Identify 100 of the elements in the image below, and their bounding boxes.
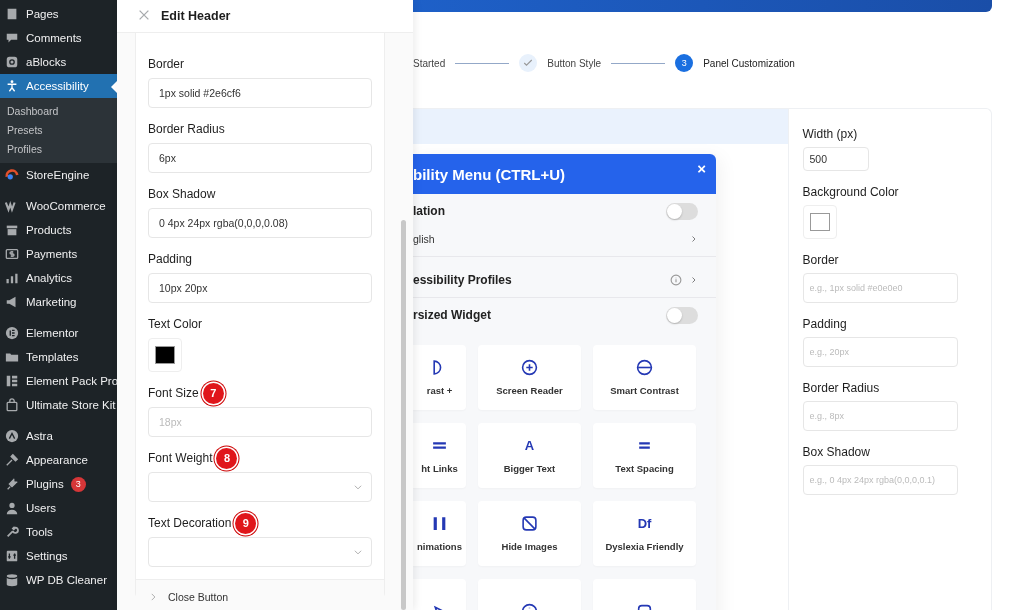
chevron-right-icon — [148, 592, 158, 602]
toggle-switch[interactable] — [666, 306, 698, 324]
person-icon — [5, 79, 19, 93]
feature-glyph: Df — [637, 515, 652, 532]
field-label: Box Shadow — [802, 445, 870, 459]
user-icon — [5, 501, 19, 515]
field-label: Box Shadow — [148, 187, 216, 201]
field-label: Text Color — [148, 317, 203, 331]
feature-label: rast + — [426, 385, 453, 396]
plus-circle-icon — [521, 359, 538, 376]
chevron-down-icon — [353, 547, 363, 557]
submenu-item[interactable]: Presets — [0, 120, 117, 139]
step-number: 3 — [675, 54, 694, 72]
feature-tile[interactable]: Hide Images — [478, 501, 581, 566]
e-block-icon — [5, 374, 19, 388]
settings-icon — [5, 549, 19, 563]
database-icon — [5, 573, 19, 587]
sidebar-item[interactable]: Analytics — [0, 266, 117, 290]
feature-label: Text Spacing — [615, 463, 674, 474]
field-label: Border Radius — [148, 122, 225, 136]
sidebar-item[interactable]: Elementor — [0, 321, 117, 345]
feature-tile[interactable]: Text Spacing — [593, 423, 696, 488]
field-label: Padding — [802, 317, 847, 331]
info-icon — [670, 274, 682, 286]
sidebar-item[interactable]: Appearance — [0, 448, 117, 472]
menu-header: bility Menu (CTRL+U) × — [413, 154, 716, 194]
toggle-switch[interactable] — [666, 202, 698, 220]
feature-tile[interactable]: ht Links — [413, 423, 466, 488]
color-swatch[interactable] — [148, 338, 182, 372]
sidebar-item[interactable]: Pages — [0, 2, 117, 26]
field-label: Text Decoration — [148, 516, 232, 530]
text-field[interactable]: 500 — [802, 147, 869, 171]
sidebar-item[interactable]: Products — [0, 218, 117, 242]
field-label: Border Radius — [802, 381, 880, 395]
select-field[interactable] — [148, 472, 372, 502]
sidebar-item[interactable]: Ultimate Store Kit — [0, 393, 117, 417]
text-field[interactable]: 18px — [148, 407, 372, 437]
sidebar-item[interactable]: aBlocks — [0, 50, 117, 74]
field-label: Background Color — [802, 185, 899, 199]
archive-icon — [5, 223, 19, 237]
feature-tile[interactable]: Smart Contrast — [593, 345, 696, 410]
step-number-badge: 8 — [216, 447, 238, 469]
submenu-item[interactable]: Profiles — [0, 139, 117, 158]
shopping-bag-icon — [5, 398, 19, 412]
circle-e-icon — [5, 326, 19, 340]
feature-tile[interactable]: nimations — [413, 501, 466, 566]
chevron-right-icon — [690, 234, 698, 244]
pause-bars-icon — [431, 515, 448, 532]
field-label: Width (px) — [802, 127, 858, 141]
sidebar-item[interactable]: WP DB Cleaner — [0, 568, 117, 592]
minus-circle-icon — [636, 359, 653, 376]
step-label[interactable]: Button Style — [547, 57, 602, 69]
feature-label: Dyslexia Friendly — [605, 541, 684, 552]
sidebar-item[interactable]: Plugins 3 — [0, 472, 117, 496]
step-label[interactable]: Started — [413, 57, 446, 69]
scrollbar-thumb[interactable] — [401, 220, 406, 610]
text-field[interactable]: e.g., 0 4px 24px rgba(0,0,0,0.1) — [802, 465, 958, 495]
sidebar-item[interactable]: Comments — [0, 26, 117, 50]
feature-tile[interactable]: Screen Reader — [478, 345, 581, 410]
sidebar-item[interactable]: Users — [0, 496, 117, 520]
field-label: Padding — [148, 252, 193, 266]
astra-logo-icon — [5, 429, 19, 443]
feature-tile[interactable]: Df Dyslexia Friendly — [593, 501, 696, 566]
sidebar-item[interactable]: Accessibility — [0, 74, 117, 98]
feature-label: Bigger Text — [503, 463, 556, 474]
megaphone-icon — [5, 295, 19, 309]
step-label[interactable]: Panel Customization — [703, 57, 795, 69]
text-field[interactable]: e.g., 8px — [802, 401, 958, 431]
text-field[interactable]: 1px solid #2e6cf6 — [148, 78, 372, 108]
text-field[interactable]: 10px 20px — [148, 273, 372, 303]
option-label: rsized Widget — [413, 308, 491, 322]
sidebar-item[interactable]: Tools — [0, 520, 117, 544]
sidebar-item[interactable]: StoreEngine — [0, 163, 117, 187]
bar-chart-icon — [5, 271, 19, 285]
text-field[interactable]: 6px — [148, 143, 372, 173]
text-field[interactable]: e.g., 20px — [802, 337, 958, 367]
close-icon — [137, 8, 151, 22]
sidebar-item[interactable]: WooCommerce — [0, 194, 117, 218]
sidebar-item[interactable]: Templates — [0, 345, 117, 369]
chevron-down-icon — [353, 482, 363, 492]
close-button[interactable]: × — [697, 160, 706, 177]
option-label: essibility Profiles — [413, 273, 512, 287]
sidebar-item[interactable]: Payments — [0, 242, 117, 266]
sidebar-item[interactable]: Marketing — [0, 290, 117, 314]
feature-tile[interactable]: rast + — [413, 345, 466, 410]
select-field[interactable] — [148, 537, 372, 567]
color-swatch[interactable] — [802, 205, 837, 239]
block-icon — [5, 55, 19, 69]
plug-icon — [5, 477, 19, 491]
sidebar-item[interactable]: Settings — [0, 544, 117, 568]
submenu-item[interactable]: Dashboard — [0, 101, 117, 120]
step-number-badge: 7 — [202, 382, 224, 404]
field-label: Border — [802, 253, 839, 267]
sidebar-item[interactable]: Astra — [0, 424, 117, 448]
wrench-icon — [5, 525, 19, 539]
language-value: glish — [413, 233, 435, 245]
text-field[interactable]: e.g., 1px solid #e0e0e0 — [802, 273, 958, 303]
feature-tile[interactable]: A Bigger Text — [478, 423, 581, 488]
sidebar-item[interactable]: Element Pack Pro — [0, 369, 117, 393]
text-field[interactable]: 0 4px 24px rgba(0,0,0,0.08) — [148, 208, 372, 238]
